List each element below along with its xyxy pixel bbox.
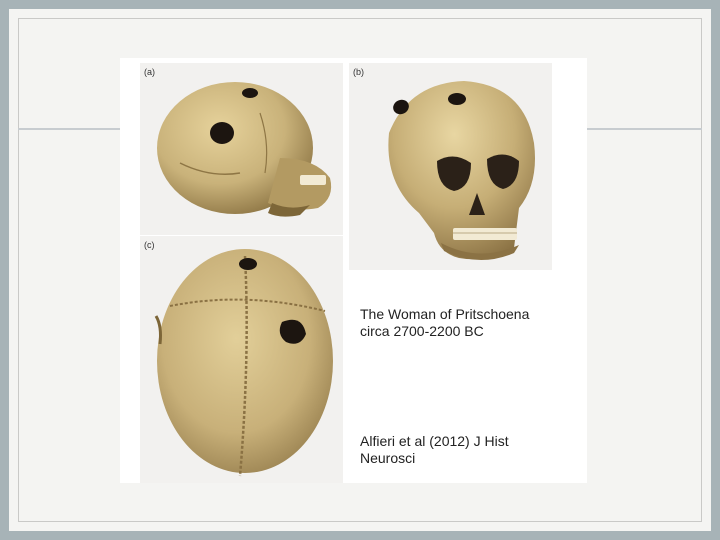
skull-superior-image: [154, 249, 333, 477]
caption-title-line-1: The Woman of Pritschoena: [360, 306, 530, 322]
caption-title: The Woman of Pritschoena circa 2700-2200…: [360, 306, 580, 340]
skull-lateral-image: [157, 82, 332, 217]
trepanned-skull-figure: (a) (b) (c) The Woman of Pritschoena cir…: [120, 58, 587, 483]
caption-title-line-2: circa 2700-2200 BC: [360, 323, 484, 339]
panel-b-label: (b): [353, 67, 364, 77]
panel-a: (a): [140, 63, 343, 235]
skull-anterolateral-image: [388, 81, 535, 261]
citation-line-1: Alfieri et al (2012) J Hist: [360, 433, 509, 449]
citation: Alfieri et al (2012) J Hist Neurosci: [360, 433, 580, 467]
panel-b: (b): [349, 63, 552, 270]
panel-a-label: (a): [144, 67, 155, 77]
citation-line-2: Neurosci: [360, 450, 416, 466]
panel-c: (c): [140, 236, 343, 483]
panel-c-label: (c): [144, 240, 155, 250]
